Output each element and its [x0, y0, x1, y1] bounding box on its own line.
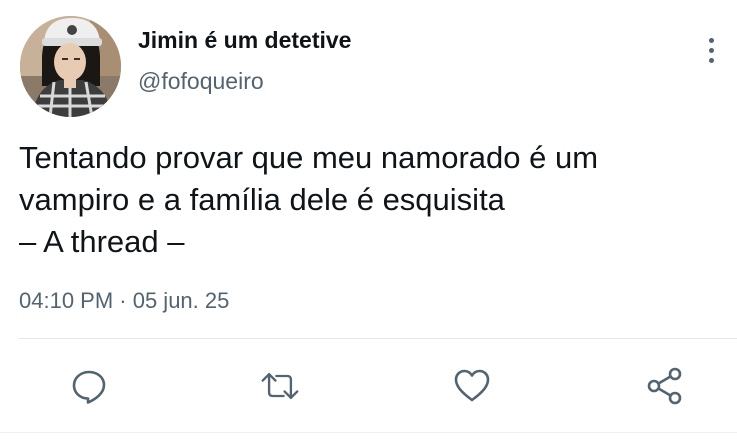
tweet-text: Tentando provar que meu namorado é um va… [19, 137, 719, 263]
more-vertical-icon-dot [708, 47, 714, 53]
more-options-button[interactable] [697, 32, 725, 68]
retweet-icon [261, 373, 299, 399]
divider [19, 338, 737, 339]
user-handle[interactable]: @fofoqueiro [138, 66, 264, 96]
reply-icon [72, 370, 106, 404]
retweet-button[interactable] [260, 366, 300, 406]
tweet-text-line: vampiro e a família dele é esquisita [19, 182, 505, 217]
share-button[interactable] [645, 366, 685, 406]
tweet-text-line: – A thread – [19, 224, 185, 259]
heart-icon [454, 369, 490, 402]
more-vertical-icon [708, 37, 714, 43]
tweet-timestamp[interactable]: 04:10 PM · 05 jun. 25 [19, 286, 229, 316]
bottom-divider [0, 432, 737, 433]
avatar-photo [20, 16, 121, 117]
avatar[interactable] [20, 16, 121, 117]
share-icon [647, 367, 682, 405]
tweet-text-line: Tentando provar que meu namorado é um [19, 140, 599, 175]
display-name[interactable]: Jimin é um detetive [138, 25, 351, 55]
more-vertical-icon-dot [708, 57, 714, 63]
like-button[interactable] [452, 366, 492, 406]
reply-button[interactable] [69, 366, 109, 406]
tweet-card: Jimin é um detetive @fofoqueiro Tentando… [0, 0, 737, 445]
tweet-actions [0, 358, 737, 414]
